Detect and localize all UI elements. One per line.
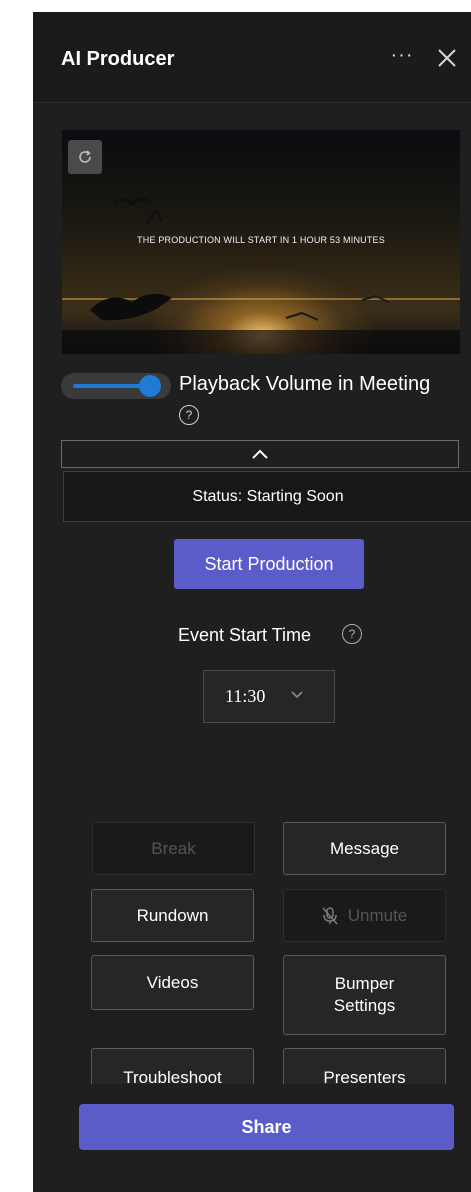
- time-value: 11:30: [225, 686, 266, 706]
- mic-off-icon: [322, 906, 338, 924]
- ai-producer-panel: AI Producer ··· THE PRODUCTION WILL STAR…: [33, 12, 471, 1192]
- chevron-up-icon: [252, 449, 268, 459]
- playback-volume-label: Playback Volume in Meeting: [179, 373, 431, 395]
- close-button[interactable]: [435, 46, 459, 70]
- event-start-time-select[interactable]: 11:30: [203, 670, 335, 723]
- status-indicator: Status: Starting Soon: [63, 471, 471, 522]
- break-button[interactable]: Break: [92, 822, 255, 875]
- break-label: Break: [151, 838, 196, 858]
- volume-help-icon[interactable]: ?: [179, 405, 199, 425]
- bumper-label-line1: Bumper: [334, 974, 395, 993]
- refresh-icon: [79, 150, 91, 163]
- videos-label: Videos: [146, 972, 199, 992]
- chevron-down-icon: [291, 691, 303, 699]
- panel-footer: Share: [33, 1084, 471, 1192]
- unmute-label: Unmute: [347, 905, 408, 925]
- playback-volume-slider[interactable]: [61, 373, 171, 399]
- panel-title: AI Producer: [61, 48, 175, 70]
- start-production-button[interactable]: Start Production: [174, 539, 364, 589]
- close-icon: [438, 49, 456, 67]
- countdown-overlay-text: THE PRODUCTION WILL START IN 1 HOUR 53 M…: [137, 235, 385, 245]
- videos-button[interactable]: Videos: [91, 955, 254, 1010]
- unmute-button[interactable]: Unmute: [283, 889, 446, 942]
- rundown-button[interactable]: Rundown: [91, 889, 254, 942]
- panel-header: AI Producer ···: [33, 12, 471, 103]
- message-label: Message: [330, 838, 399, 858]
- refresh-button[interactable]: [68, 140, 102, 174]
- production-preview: THE PRODUCTION WILL START IN 1 HOUR 53 M…: [62, 130, 460, 354]
- bumper-settings-label: Bumper Settings: [334, 973, 395, 1017]
- message-button[interactable]: Message: [283, 822, 446, 875]
- collapse-toggle-button[interactable]: [61, 440, 459, 468]
- status-text: Status: Starting Soon: [192, 487, 344, 505]
- event-time-help-icon[interactable]: ?: [342, 624, 362, 644]
- more-options-button[interactable]: ···: [389, 45, 415, 68]
- event-start-time-label: Event Start Time: [178, 625, 312, 645]
- rundown-label: Rundown: [136, 905, 209, 925]
- slider-thumb[interactable]: [139, 375, 161, 397]
- bumper-settings-button[interactable]: Bumper Settings: [283, 955, 446, 1035]
- share-button[interactable]: Share: [79, 1104, 454, 1150]
- bumper-label-line2: Settings: [333, 996, 396, 1015]
